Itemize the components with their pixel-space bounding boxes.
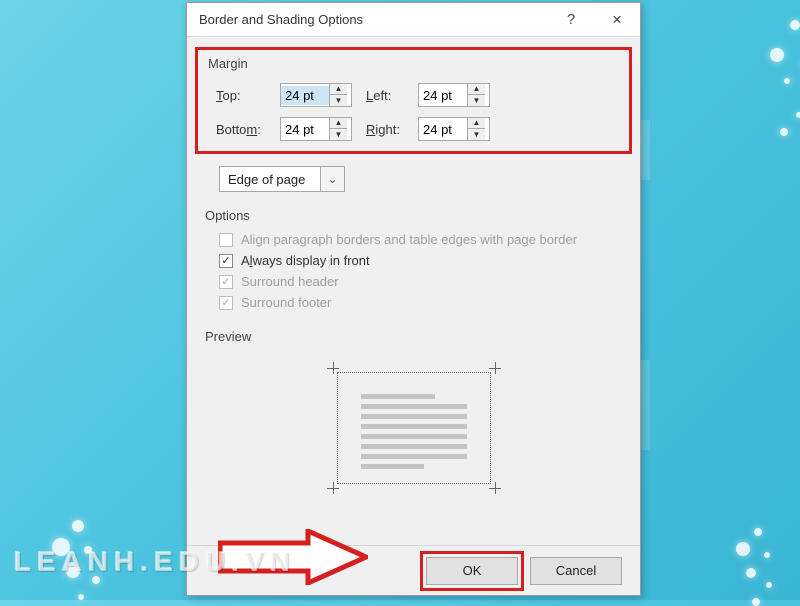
preview-text-lines xyxy=(361,394,467,469)
spin-up-icon[interactable]: ▲ xyxy=(468,84,485,95)
margin-top-label: TTop:op: xyxy=(216,88,280,103)
preview-pane xyxy=(309,354,519,502)
border-shading-options-dialog: Border and Shading Options ? × Margin TT… xyxy=(186,2,641,596)
checkbox-checked-icon: ✓ xyxy=(219,296,233,310)
cancel-button[interactable]: Cancel xyxy=(530,557,622,585)
margin-bottom-label: Bottom: xyxy=(216,122,280,137)
ok-button[interactable]: OK xyxy=(426,557,518,585)
dialog-title: Border and Shading Options xyxy=(199,12,548,27)
margin-right-spinner[interactable]: ▲ ▼ xyxy=(418,117,490,141)
close-button[interactable]: × xyxy=(594,3,640,36)
checkbox-icon xyxy=(219,233,233,247)
preview-label: Preview xyxy=(205,329,622,344)
option-align-paragraph: Align paragraph borders and table edges … xyxy=(205,229,622,250)
help-button[interactable]: ? xyxy=(548,3,594,36)
margin-bottom-input[interactable] xyxy=(281,120,329,139)
measure-from-row: Edge of page ⌄ xyxy=(205,166,622,192)
spin-down-icon[interactable]: ▼ xyxy=(468,95,485,106)
margin-top-spinner[interactable]: ▲ ▼ xyxy=(280,83,352,107)
options-label: Options xyxy=(205,208,622,223)
checkbox-checked-icon[interactable]: ✓ xyxy=(219,254,233,268)
margin-label: Margin xyxy=(208,56,619,71)
margin-bottom-spinner[interactable]: ▲ ▼ xyxy=(280,117,352,141)
checkbox-checked-icon: ✓ xyxy=(219,275,233,289)
spin-down-icon[interactable]: ▼ xyxy=(330,129,347,140)
margin-section-highlight: Margin TTop:op: ▲ ▼ Left: ▲ ▼ xyxy=(195,47,632,154)
option-surround-footer: ✓ Surround footer xyxy=(205,292,622,313)
measure-from-value: Edge of page xyxy=(220,170,320,189)
margin-right-input[interactable] xyxy=(419,120,467,139)
chevron-down-icon[interactable]: ⌄ xyxy=(320,167,344,191)
margin-right-label: Right: xyxy=(366,122,418,137)
spin-up-icon[interactable]: ▲ xyxy=(468,118,485,129)
margin-left-input[interactable] xyxy=(419,86,467,105)
watermark: LEANH.EDU.VN xyxy=(14,546,296,578)
margin-top-input[interactable] xyxy=(281,86,329,105)
margin-left-spinner[interactable]: ▲ ▼ xyxy=(418,83,490,107)
spin-down-icon[interactable]: ▼ xyxy=(468,129,485,140)
spin-up-icon[interactable]: ▲ xyxy=(330,118,347,129)
margin-left-label: Left: xyxy=(366,88,418,103)
measure-from-combo[interactable]: Edge of page ⌄ xyxy=(219,166,345,192)
option-always-display-front[interactable]: ✓ Always display in front xyxy=(205,250,622,271)
spin-down-icon[interactable]: ▼ xyxy=(330,95,347,106)
spin-up-icon[interactable]: ▲ xyxy=(330,84,347,95)
titlebar[interactable]: Border and Shading Options ? × xyxy=(187,3,640,37)
option-surround-header: ✓ Surround header xyxy=(205,271,622,292)
